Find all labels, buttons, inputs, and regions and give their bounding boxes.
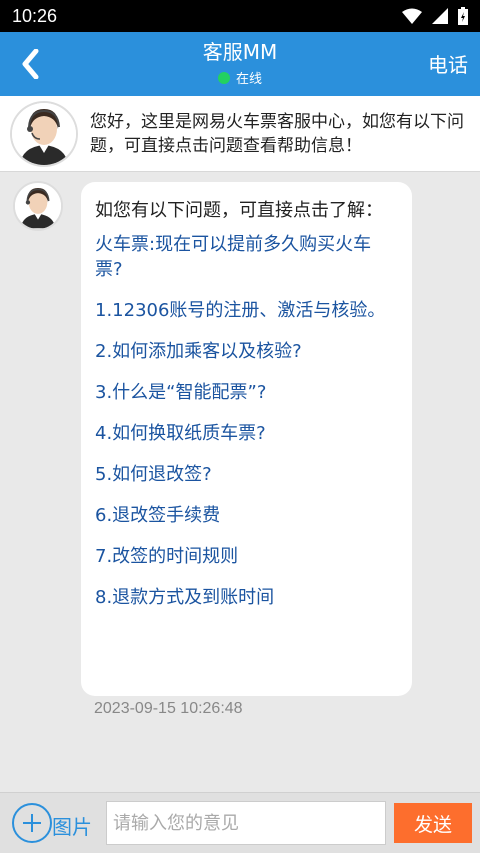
title-center: 客服MM 在线 [140,38,340,87]
message-intro: 如您有以下问题，可直接点击了解： [95,200,383,221]
agent-avatar-icon [12,103,76,165]
battery-icon [458,7,468,25]
chat-agent-avatar-icon [15,183,61,229]
call-button[interactable]: 电话 [428,49,468,78]
back-button[interactable] [10,42,50,86]
faq-link-fees[interactable]: 6.退改签手续费 [95,503,398,528]
notice-banner: 您好，这里是网易火车票客服中心，如您有以下问题，可直接点击问题查看帮助信息！ [0,96,480,172]
title-bar: 客服MM 在线 电话 [0,32,480,96]
send-button[interactable]: 发送 [394,803,472,843]
message-bubble: 如您有以下问题，可直接点击了解： 火车票:现在可以提前多久购买火车票? 1.12… [81,182,412,696]
page-title: 客服MM [202,40,278,64]
wifi-icon [402,8,422,24]
chat-agent-avatar [13,181,63,231]
status-bar: 10:26 [0,0,480,32]
message-timestamp: 2023-09-15 10:26:48 [94,700,243,717]
input-bar: 图片 发送 [0,792,480,853]
faq-link-12306-account[interactable]: 1.12306账号的注册、激活与核验。 [95,298,398,323]
online-status: 在线 [140,68,340,87]
signal-icon [432,8,448,24]
faq-link-smart-ticket[interactable]: 3.什么是“智能配票”? [95,380,398,405]
add-image-button[interactable] [12,803,52,843]
online-status-label: 在线 [235,72,262,87]
online-dot-icon [217,71,230,84]
status-icons [402,7,468,25]
faq-link-paper-ticket[interactable]: 4.如何换取纸质车票? [95,421,398,446]
faq-link-advance-booking[interactable]: 火车票:现在可以提前多久购买火车票? [95,232,398,282]
agent-avatar [10,101,78,167]
status-time: 10:26 [12,5,58,26]
message-input[interactable] [106,801,386,845]
faq-link-refund-change[interactable]: 5.如何退改签? [95,462,398,487]
faq-link-change-time-rules[interactable]: 7.改签的时间规则 [95,544,398,569]
notice-text: 您好，这里是网易火车票客服中心，如您有以下问题，可直接点击问题查看帮助信息！ [90,112,464,156]
image-label[interactable]: 图片 [52,811,92,840]
faq-link-add-passenger[interactable]: 2.如何添加乘客以及核验? [95,339,398,364]
faq-link-refund-method[interactable]: 8.退款方式及到账时间 [95,585,398,610]
chevron-left-icon [22,49,39,79]
